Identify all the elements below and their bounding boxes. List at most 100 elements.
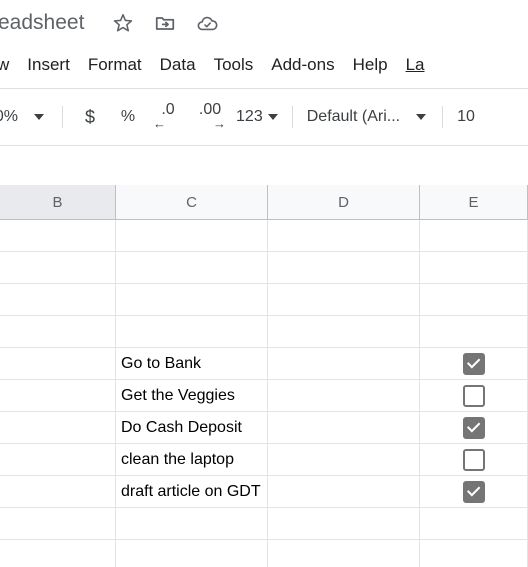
cloud-saved-icon[interactable] [194,10,220,36]
cell-d1[interactable] [268,220,420,251]
cell-e8[interactable] [420,444,528,475]
checkbox-unchecked[interactable] [462,448,485,471]
cell-c5[interactable]: Go to Bank [116,348,268,379]
cell-text: Go to Bank [121,354,202,372]
more-number-formats-dropdown[interactable]: 123 [236,108,278,126]
cell-b10[interactable] [0,508,116,539]
star-icon[interactable] [110,10,136,36]
cell-e10[interactable] [420,508,528,539]
menu-item-help[interactable]: Help [344,52,397,78]
document-title[interactable]: eadsheet [0,10,84,36]
spreadsheet-grid: B C D E Go to Bank Get the Veggies Do Cash De… [0,146,528,567]
menu-item-insert[interactable]: Insert [18,52,79,78]
checkbox-checked[interactable] [462,352,485,375]
column-header-label: C [186,193,197,211]
table-row [0,316,528,348]
column-header-label: D [338,193,349,211]
cell-b11[interactable] [0,540,116,567]
cell-c11[interactable] [116,540,268,567]
cell-b3[interactable] [0,284,116,315]
cell-d4[interactable] [268,316,420,347]
table-row: Get the Veggies [0,380,528,412]
cell-c7[interactable]: Do Cash Deposit [116,412,268,443]
cell-e11[interactable] [420,540,528,567]
menu-item-view[interactable]: w [0,52,18,78]
cell-b9[interactable] [0,476,116,507]
cell-b2[interactable] [0,252,116,283]
cell-d7[interactable] [268,412,420,443]
grid-rows: Go to Bank Get the Veggies Do Cash Deposit… [0,220,528,567]
cell-d5[interactable] [268,348,420,379]
cell-b4[interactable] [0,316,116,347]
cell-d11[interactable] [268,540,420,567]
menu-item-format[interactable]: Format [79,52,151,78]
cell-e6[interactable] [420,380,528,411]
checkbox-checked[interactable] [462,480,485,503]
format-currency-button[interactable]: $ [75,102,105,132]
cell-e9[interactable] [420,476,528,507]
cell-c1[interactable] [116,220,268,251]
column-header-b[interactable]: B [0,185,116,220]
chevron-down-icon [416,114,427,120]
menu-bar: w Insert Format Data Tools Add-ons Help … [0,46,528,84]
cell-c9[interactable]: draft article on GDT [116,476,268,507]
chevron-down-icon [34,114,45,120]
table-row: draft article on GDT [0,476,528,508]
cell-c10[interactable] [116,508,268,539]
font-size-control[interactable]: 10 [457,108,475,126]
column-header-c[interactable]: C [116,185,268,220]
toolbar-divider-3 [442,106,444,128]
cell-d8[interactable] [268,444,420,475]
font-size-value: 10 [457,108,475,125]
cell-text: clean the laptop [121,450,234,468]
menu-item-tools[interactable]: Tools [205,52,263,78]
cell-b5[interactable] [0,348,116,379]
cell-d3[interactable] [268,284,420,315]
cell-b7[interactable] [0,412,116,443]
increase-decimal-places-button[interactable]: .00 → [193,100,227,134]
cell-b8[interactable] [0,444,116,475]
cell-c3[interactable] [116,284,268,315]
arrow-left-icon: ← [153,116,167,131]
table-row [0,508,528,540]
column-header-label: B [52,193,63,211]
cell-b1[interactable] [0,220,116,251]
cell-c4[interactable] [116,316,268,347]
cell-text: Get the Veggies [121,386,235,404]
column-header-d[interactable]: D [268,185,420,220]
zoom-dropdown[interactable]: 00% [0,108,45,126]
decrease-decimal-places-button[interactable]: .0 ← [151,100,185,134]
menu-item-data[interactable]: Data [151,52,205,78]
table-row [0,220,528,252]
cell-d6[interactable] [268,380,420,411]
checkbox-unchecked[interactable] [462,384,485,407]
cell-e5[interactable] [420,348,528,379]
format-percent-button[interactable]: % [113,102,143,132]
toolbar-divider-1 [62,106,64,128]
column-header-e[interactable]: E [420,185,528,220]
cell-text: draft article on GDT [121,482,261,500]
checkbox-checked[interactable] [462,416,485,439]
cell-e7[interactable] [420,412,528,443]
column-header-label: E [468,193,479,211]
cell-d9[interactable] [268,476,420,507]
number-format-label: 123 [236,108,263,125]
last-edit-link[interactable]: La [397,52,434,78]
table-row [0,540,528,567]
cell-c2[interactable] [116,252,268,283]
chevron-down-icon [267,114,278,120]
cell-c8[interactable]: clean the laptop [116,444,268,475]
move-to-folder-icon[interactable] [152,10,178,36]
cell-e4[interactable] [420,316,528,347]
cell-e3[interactable] [420,284,528,315]
cell-d2[interactable] [268,252,420,283]
font-family-dropdown[interactable]: Default (Ari... [307,108,427,126]
cell-d10[interactable] [268,508,420,539]
cell-e2[interactable] [420,252,528,283]
toolbar: 00% $ % .0 ← .00 → 123 Default (Ari... 1… [0,89,528,145]
table-row: clean the laptop [0,444,528,476]
cell-b6[interactable] [0,380,116,411]
menu-item-add-ons[interactable]: Add-ons [262,52,343,78]
cell-e1[interactable] [420,220,528,251]
cell-c6[interactable]: Get the Veggies [116,380,268,411]
